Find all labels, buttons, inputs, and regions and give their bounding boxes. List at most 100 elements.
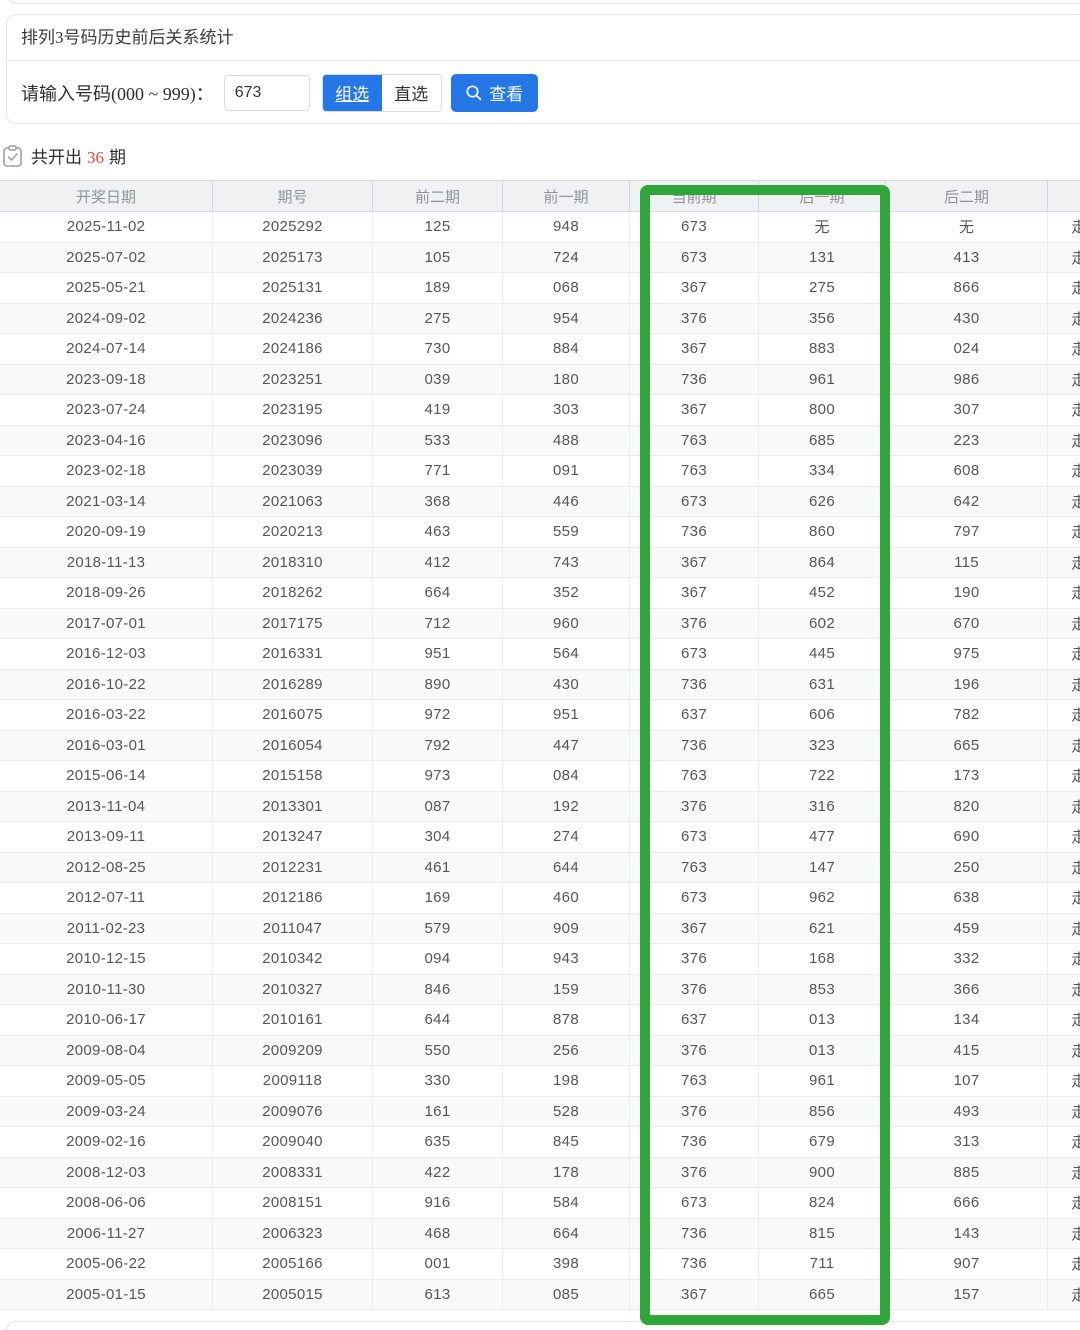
cell-next-1: 679 xyxy=(759,1127,886,1157)
cell-prev-1: 951 xyxy=(503,700,630,730)
cell-next-2: 866 xyxy=(886,273,1048,303)
cell-current: 637 xyxy=(630,700,759,730)
cell-partial: 走 xyxy=(1071,1042,1080,1060)
cell-period-number: 2010342 xyxy=(213,944,373,974)
cell-current: 736 xyxy=(630,364,759,394)
cell-next-1: 665 xyxy=(759,1279,886,1309)
cell-period-number: 2010327 xyxy=(213,974,373,1004)
cell-prev-2: 125 xyxy=(373,212,503,242)
cell-next-2: 885 xyxy=(886,1157,1048,1187)
cell-draw-date: 2025-07-02 xyxy=(0,242,213,272)
cell-next-2: 665 xyxy=(886,730,1048,760)
search-button[interactable]: 查看 xyxy=(450,73,538,112)
table-row: 2023-02-18 2023039 771 091 763 334 608 走 xyxy=(0,456,1080,487)
cell-prev-1: 398 xyxy=(503,1249,630,1279)
cell-prev-1: 256 xyxy=(503,1035,630,1065)
table-row: 2005-01-15 2005015 613 085 367 665 157 走 xyxy=(0,1279,1080,1310)
cell-draw-date: 2012-07-11 xyxy=(0,883,213,913)
cell-period-number: 2013247 xyxy=(213,822,373,852)
cell-next-2: 173 xyxy=(886,761,1048,791)
cell-next-1: 452 xyxy=(759,578,886,608)
cell-next-1: 815 xyxy=(759,1218,886,1248)
input-label: 请输入号码(000 ~ 999)： xyxy=(21,83,214,104)
cell-next-2: 157 xyxy=(886,1279,1048,1309)
table-row: 2023-04-16 2023096 533 488 763 685 223 走 xyxy=(0,425,1080,456)
cell-prev-2: 422 xyxy=(373,1157,503,1187)
cell-draw-date: 2006-11-27 xyxy=(0,1218,213,1248)
cell-period-number: 2015158 xyxy=(213,761,373,791)
cell-prev-2: 550 xyxy=(373,1035,503,1065)
cell-partial: 走 xyxy=(1071,524,1080,542)
table-row: 2024-09-02 2024236 275 954 376 356 430 走 xyxy=(0,303,1080,334)
number-input[interactable] xyxy=(223,74,310,111)
search-icon xyxy=(465,84,483,102)
cell-next-2: 797 xyxy=(886,517,1048,547)
cell-draw-date: 2016-10-22 xyxy=(0,669,213,699)
cell-draw-date: 2011-02-23 xyxy=(0,913,213,943)
cell-partial: 走 xyxy=(1071,1073,1080,1091)
cell-current: 673 xyxy=(630,486,759,516)
cell-next-1: 853 xyxy=(759,974,886,1004)
cell-prev-2: 412 xyxy=(373,547,503,577)
cell-prev-1: 954 xyxy=(503,303,630,333)
cell-prev-2: 644 xyxy=(373,1005,503,1035)
cell-prev-2: 951 xyxy=(373,639,503,669)
cell-next-2: 666 xyxy=(886,1188,1048,1218)
cell-partial: 走 xyxy=(1071,402,1080,420)
cell-next-2: 975 xyxy=(886,639,1048,669)
cell-prev-1: 909 xyxy=(503,913,630,943)
cell-partial: 走 xyxy=(1071,707,1080,725)
direct-select-button[interactable]: 直选 xyxy=(381,74,441,111)
cell-draw-date: 2024-09-02 xyxy=(0,303,213,333)
cell-partial: 走 xyxy=(1071,341,1080,359)
cell-next-1: 961 xyxy=(759,364,886,394)
group-select-button[interactable]: 组选 xyxy=(322,74,382,111)
column-header-current: 当前期 xyxy=(630,181,759,211)
cell-current: 376 xyxy=(630,944,759,974)
cell-current: 763 xyxy=(630,852,759,882)
cell-current: 736 xyxy=(630,517,759,547)
table-row: 2017-07-01 2017175 712 960 376 602 670 走 xyxy=(0,608,1080,639)
cell-current: 763 xyxy=(630,761,759,791)
cell-current: 376 xyxy=(630,1096,759,1126)
cell-period-number: 2008331 xyxy=(213,1157,373,1187)
cell-draw-date: 2025-11-02 xyxy=(0,212,213,242)
search-button-label: 查看 xyxy=(489,85,524,104)
cell-prev-1: 159 xyxy=(503,974,630,1004)
cell-prev-1: 960 xyxy=(503,608,630,638)
cell-prev-1: 352 xyxy=(503,578,630,608)
cell-partial: 走 xyxy=(1071,951,1080,969)
cell-draw-date: 2010-11-30 xyxy=(0,974,213,1004)
cell-partial: 走 xyxy=(1071,554,1080,572)
cell-draw-date: 2013-11-04 xyxy=(0,791,213,821)
cell-next-1: 626 xyxy=(759,486,886,516)
cell-prev-1: 303 xyxy=(503,395,630,425)
cell-partial: 走 xyxy=(1071,585,1080,603)
mode-toggle: 组选 直选 xyxy=(321,73,442,112)
next-panel-edge xyxy=(6,1321,1080,1330)
cell-current: 376 xyxy=(630,608,759,638)
cell-partial: 走 xyxy=(1071,798,1080,816)
cell-prev-1: 446 xyxy=(503,486,630,516)
cell-draw-date: 2016-03-01 xyxy=(0,730,213,760)
table-row: 2025-11-02 2025292 125 948 673 无无走 xyxy=(0,212,1080,243)
cell-next-1: 168 xyxy=(759,944,886,974)
cell-next-1: 无 xyxy=(759,212,886,242)
cell-partial: 走 xyxy=(1071,463,1080,481)
cell-next-2: 690 xyxy=(886,822,1048,852)
cell-period-number: 2009040 xyxy=(213,1127,373,1157)
cell-prev-1: 884 xyxy=(503,334,630,364)
cell-prev-1: 198 xyxy=(503,1066,630,1096)
cell-next-1: 131 xyxy=(759,242,886,272)
cell-partial: 走 xyxy=(1071,1012,1080,1030)
table-row: 2025-07-02 2025173 105 724 673 131 413 走 xyxy=(0,242,1080,273)
cell-next-1: 147 xyxy=(759,852,886,882)
cell-prev-1: 447 xyxy=(503,730,630,760)
cell-prev-2: 461 xyxy=(373,852,503,882)
cell-prev-2: 533 xyxy=(373,425,503,455)
cell-draw-date: 2021-03-14 xyxy=(0,486,213,516)
cell-prev-2: 189 xyxy=(373,273,503,303)
table-header-row: 开奖日期 期号 前二期 前一期 当前期 后一期 后二期 xyxy=(0,180,1080,212)
cell-draw-date: 2009-08-04 xyxy=(0,1035,213,1065)
cell-draw-date: 2017-07-01 xyxy=(0,608,213,638)
